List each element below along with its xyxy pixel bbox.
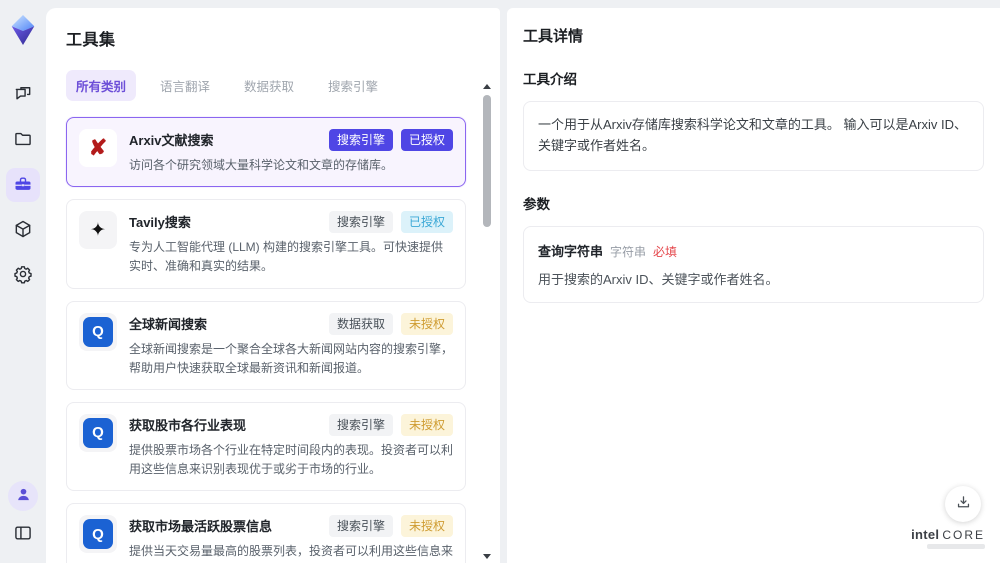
sidebar-item-settings[interactable] bbox=[6, 258, 40, 292]
scroll-up-icon[interactable] bbox=[483, 84, 491, 89]
scroll-down-icon[interactable] bbox=[483, 554, 491, 559]
cube-icon bbox=[13, 219, 33, 242]
param-type: 字符串 bbox=[610, 244, 647, 259]
folder-icon bbox=[13, 129, 33, 152]
badge-category: 搜索引擎 bbox=[328, 515, 393, 538]
tool-list: ✘ Arxiv文献搜索 搜索引擎 已授权 访问各个研究领域大量科学论文和文章的存储库。 ✦… bbox=[66, 117, 466, 563]
param-box: 查询字符串 字符串 必填 用于搜索的Arxiv ID、关键字或作者姓名。 bbox=[523, 225, 984, 303]
download-button[interactable] bbox=[945, 486, 981, 522]
qsearch-icon: Q bbox=[79, 515, 117, 554]
params-heading: 参数 bbox=[523, 196, 550, 212]
badge-category: 搜索引擎 bbox=[328, 211, 393, 234]
tab-category-3[interactable]: 搜索引擎 bbox=[318, 70, 388, 101]
param-head: 查询字符串 字符串 必填 bbox=[538, 241, 969, 260]
sidebar-item-panel[interactable] bbox=[6, 517, 40, 551]
tool-name: 获取市场最活跃股票信息 bbox=[129, 519, 273, 535]
sidebar-item-files[interactable] bbox=[6, 123, 40, 157]
badge-authorized: 已授权 bbox=[400, 211, 453, 234]
toolbox-icon bbox=[13, 174, 33, 197]
qsearch-icon: Q bbox=[79, 413, 117, 452]
left-icon-rail bbox=[0, 0, 46, 563]
badge-category: 搜索引擎 bbox=[328, 129, 393, 151]
chat-icon bbox=[13, 84, 33, 107]
tool-description: 全球新闻搜索是一个聚合全球各大新闻网站内容的搜索引擎，帮助用户快速获取全球最新资… bbox=[129, 341, 454, 375]
intro-box: 一个用于从Arxiv存储库搜索科学论文和文章的工具。 输入可以是Arxiv ID… bbox=[523, 101, 984, 171]
panel-toggle-icon bbox=[13, 523, 33, 546]
tool-description: 访问各个研究领域大量科学论文和文章的存储库。 bbox=[129, 158, 394, 172]
tool-badges: 搜索引擎 已授权 bbox=[328, 211, 453, 234]
app-window: 工具集 所有类别 语言翻译 数据获取 搜索引擎 ✘ Arxiv文献搜索 搜索引擎 已授权 访问… bbox=[0, 0, 1000, 563]
tab-category-2[interactable]: 数据获取 bbox=[234, 70, 304, 101]
tool-name: 获取股市各行业表现 bbox=[129, 417, 247, 433]
intel-core-logo: intel core bbox=[911, 528, 985, 549]
app-logo bbox=[6, 12, 40, 48]
tool-description: 提供股票市场各个行业在特定时间段内的表现。投资者可以利用这些信息来识别表现优于或… bbox=[129, 442, 454, 477]
sidebar-item-models[interactable] bbox=[6, 213, 40, 247]
qsearch-icon: Q bbox=[79, 312, 117, 351]
user-icon bbox=[15, 486, 32, 506]
tool-card[interactable]: Q 全球新闻搜索 数据获取 未授权全球新闻搜索是一个聚合全球各大新闻网站内容的搜索引擎… bbox=[66, 300, 466, 390]
arxiv-icon: ✘ bbox=[79, 129, 117, 167]
intel-wordmark: intel bbox=[911, 527, 940, 542]
tab-category-1[interactable]: 语言翻译 bbox=[150, 70, 220, 101]
rail-nav bbox=[6, 78, 40, 292]
badge-authorized: 已授权 bbox=[400, 129, 453, 151]
tool-card[interactable]: ✦ Tavily搜索 搜索引擎 已授权专为人工智能代理 (LLM) 构建的搜索引擎工具… bbox=[66, 199, 466, 289]
tool-description: 提供当天交易量最高的股票列表，投资者可以利用这些信息来识别流动性强的股票和潜在的… bbox=[129, 544, 454, 559]
tavily-icon: ✦ bbox=[79, 211, 117, 250]
tab-category-0[interactable]: 所有类别 bbox=[66, 70, 137, 101]
tool-card[interactable]: Q 获取市场最活跃股票信息 搜索引擎 未授权提供当天交易量最高的股票列表，投资者可以利… bbox=[66, 503, 466, 563]
page-title: 工具集 bbox=[66, 32, 116, 49]
tool-card[interactable]: ✘ Arxiv文献搜索 搜索引擎 已授权 访问各个研究领域大量科学论文和文章的存储库。 bbox=[66, 117, 466, 188]
badge-category: 搜索引擎 bbox=[328, 413, 393, 436]
tool-card[interactable]: Q 获取股市各行业表现 搜索引擎 未授权提供股票市场各个行业在特定时间段内的表现。投资… bbox=[66, 401, 466, 492]
detail-title: 工具详情 bbox=[523, 28, 584, 45]
badge-unauthorized: 未授权 bbox=[400, 515, 453, 538]
badge-unauthorized: 未授权 bbox=[400, 413, 453, 436]
toolset-panel: 工具集 所有类别 语言翻译 数据获取 搜索引擎 ✘ Arxiv文献搜索 搜索引擎 已授权 访问… bbox=[46, 8, 500, 563]
badge-unauthorized: 未授权 bbox=[400, 312, 453, 335]
tool-name: 全球新闻搜索 bbox=[129, 316, 208, 332]
param-name: 查询字符串 bbox=[538, 243, 604, 259]
tool-badges: 数据获取 未授权 bbox=[328, 312, 453, 335]
tool-description: 专为人工智能代理 (LLM) 构建的搜索引擎工具。可快速提供实时、准确和真实的结… bbox=[129, 240, 444, 274]
core-wordmark: core bbox=[942, 528, 985, 542]
tool-name: Tavily搜索 bbox=[129, 215, 191, 231]
tool-badges: 搜索引擎 未授权 bbox=[328, 413, 453, 436]
list-scrollbar[interactable] bbox=[482, 84, 492, 559]
tool-badges: 搜索引擎 未授权 bbox=[328, 515, 453, 538]
tool-badges: 搜索引擎 已授权 bbox=[328, 129, 453, 151]
param-required-badge: 必填 bbox=[653, 244, 678, 259]
tool-detail-panel: 工具详情 工具介绍 一个用于从Arxiv存储库搜索科学论文和文章的工具。 输入可… bbox=[507, 8, 1000, 563]
gear-icon bbox=[13, 264, 33, 287]
param-description: 用于搜索的Arxiv ID、关键字或作者姓名。 bbox=[538, 271, 779, 287]
rail-bottom bbox=[6, 481, 40, 551]
download-icon bbox=[955, 494, 972, 514]
content-area: 工具集 所有类别 语言翻译 数据获取 搜索引擎 ✘ Arxiv文献搜索 搜索引擎 已授权 访问… bbox=[46, 0, 1000, 563]
sidebar-item-chat[interactable] bbox=[6, 78, 40, 112]
intro-heading: 工具介绍 bbox=[523, 72, 577, 87]
sidebar-item-toolbox[interactable] bbox=[6, 168, 40, 202]
category-tabs: 所有类别 语言翻译 数据获取 搜索引擎 bbox=[66, 70, 466, 101]
tool-name: Arxiv文献搜索 bbox=[129, 133, 214, 148]
intel-logo-subline bbox=[927, 544, 985, 549]
scrollbar-thumb[interactable] bbox=[483, 95, 491, 227]
sidebar-item-profile[interactable] bbox=[8, 481, 38, 511]
badge-category: 数据获取 bbox=[328, 312, 393, 335]
